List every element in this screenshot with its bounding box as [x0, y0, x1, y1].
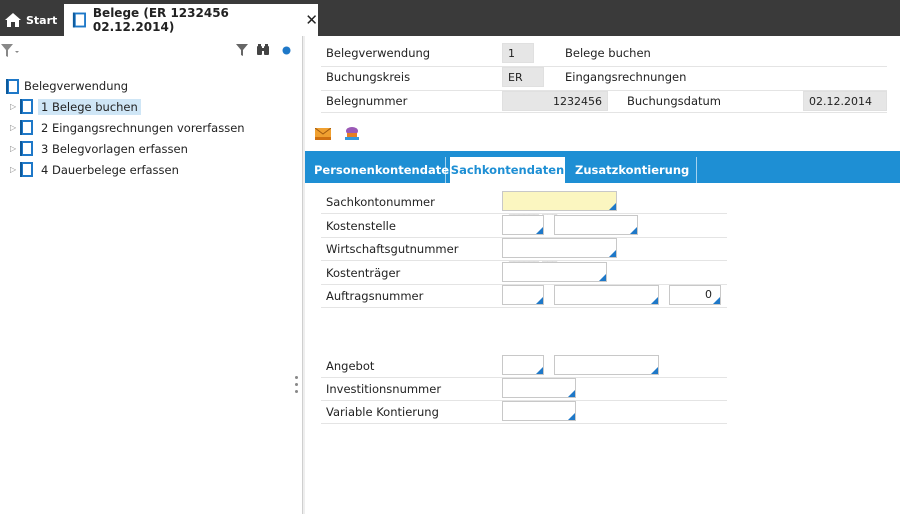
kostentraeger-input[interactable] — [502, 262, 607, 282]
sachkontonummer-label: Sachkontonummer — [326, 195, 435, 209]
book-icon — [20, 99, 33, 114]
tab-start[interactable]: Start — [0, 4, 62, 36]
auftragsnummer-text-input[interactable] — [554, 285, 659, 305]
variable-kontierung-label: Variable Kontierung — [326, 405, 439, 419]
tab-start-label: Start — [26, 13, 58, 27]
buchungsdatum-label: Buchungsdatum — [627, 94, 722, 108]
tree-item-label: 2 Eingangsrechnungen vorerfassen — [41, 120, 245, 135]
buchungskreis-text: Eingangsrechnungen — [565, 70, 687, 84]
book-icon — [20, 162, 33, 177]
kostentraeger-label: Kostenträger — [326, 266, 401, 280]
tree-item-belege-buchen[interactable]: ▷ 1 Belege buchen — [0, 96, 302, 117]
tab-separator — [445, 157, 446, 183]
belegverwendung-label: Belegverwendung — [326, 46, 431, 60]
auftragsnummer-label: Auftragsnummer — [326, 289, 424, 303]
expand-caret-icon[interactable]: ▷ — [10, 144, 20, 153]
belegnummer-field: 1232456 — [502, 91, 608, 111]
stamp-icon[interactable] — [343, 125, 361, 141]
divider — [321, 112, 887, 113]
book-icon — [20, 120, 33, 135]
home-icon — [5, 13, 21, 27]
form-tabs: Personenkontendaten Sachkontendaten Zusa… — [305, 151, 900, 191]
buchungskreis-label: Buchungskreis — [326, 70, 411, 84]
wirtschaftsgutnummer-input[interactable]: ______ ___ — [502, 238, 617, 262]
belegnummer-label: Belegnummer — [326, 94, 408, 108]
variable-kontierung-input[interactable] — [502, 401, 576, 421]
wirtschaftsgutnummer-label: Wirtschaftsgutnummer — [326, 242, 459, 256]
belegverwendung-field: 1 — [502, 43, 534, 63]
angebot-input[interactable] — [502, 355, 544, 375]
document-panel: Belegverwendung 1 Belege buchen Buchungs… — [305, 36, 900, 514]
book-icon — [72, 12, 86, 28]
status-dot-icon — [282, 46, 291, 55]
filter-icon[interactable] — [236, 44, 248, 57]
tree-root-label: Belegverwendung — [24, 79, 129, 93]
tree-root[interactable]: Belegverwendung — [0, 76, 302, 96]
divider — [321, 213, 727, 214]
tree-item-dauerbelege[interactable]: ▷ 4 Dauerbelege erfassen — [0, 159, 302, 180]
tree-item-eingangsrechnungen[interactable]: ▷ 2 Eingangsrechnungen vorerfassen — [0, 117, 302, 138]
sachkontonummer-input[interactable]: ______ ___ — [502, 191, 617, 215]
kostenstelle-text-input[interactable] — [554, 215, 638, 235]
auftragsnummer-input[interactable] — [502, 285, 544, 305]
kostenstelle-input[interactable] — [502, 215, 544, 235]
divider — [321, 66, 887, 67]
tree-item-label: 1 Belege buchen — [38, 98, 141, 115]
tab-personenkontendaten[interactable]: Personenkontendaten — [314, 151, 457, 183]
navigation-panel: Belegverwendung ▷ 1 Belege buchen ▷ 2 Ei… — [0, 36, 302, 514]
tree-item-belegvorlagen[interactable]: ▷ 3 Belegvorlagen erfassen — [0, 138, 302, 159]
envelope-icon[interactable] — [315, 128, 331, 140]
expand-caret-icon[interactable]: ▷ — [10, 102, 20, 111]
tab-belege[interactable]: Belege (ER 1232456 02.12.2014) ✕ — [64, 4, 318, 36]
investitionsnummer-label: Investitionsnummer — [326, 382, 442, 396]
auftragsnummer-position-input[interactable]: 0 — [669, 285, 721, 305]
kostenstelle-label: Kostenstelle — [326, 219, 396, 233]
buchungsdatum-field: 02.12.2014 — [803, 91, 887, 111]
book-icon — [6, 78, 19, 94]
close-tab-icon[interactable]: ✕ — [305, 11, 318, 29]
buchungskreis-field: ER — [502, 67, 544, 87]
left-toolbar — [0, 36, 302, 66]
top-tab-bar: Start Belege (ER 1232456 02.12.2014) ✕ — [0, 0, 900, 36]
filter-dropdown-icon[interactable] — [0, 43, 20, 59]
tab-separator — [696, 157, 697, 183]
divider — [321, 260, 727, 261]
expand-caret-icon[interactable]: ▷ — [10, 123, 20, 132]
binoculars-icon[interactable] — [256, 43, 270, 57]
tree-item-label: 4 Dauerbelege erfassen — [41, 162, 179, 177]
angebot-text-input[interactable] — [554, 355, 659, 375]
tab-zusatzkontierung[interactable]: Zusatzkontierung — [575, 151, 689, 183]
splitter-grip[interactable] — [295, 376, 299, 397]
tab-sachkontendaten[interactable]: Sachkontendaten — [450, 157, 565, 191]
angebot-label: Angebot — [326, 359, 375, 373]
tab-belege-label: Belege (ER 1232456 02.12.2014) — [92, 6, 229, 34]
belegverwendung-text: Belege buchen — [565, 46, 651, 60]
book-icon — [20, 141, 33, 156]
tree-item-label: 3 Belegvorlagen erfassen — [41, 141, 188, 156]
investitionsnummer-input[interactable] — [502, 378, 576, 398]
tree-view: Belegverwendung ▷ 1 Belege buchen ▷ 2 Ei… — [0, 76, 302, 180]
divider — [321, 307, 727, 308]
divider — [321, 423, 727, 424]
expand-caret-icon[interactable]: ▷ — [10, 165, 20, 174]
